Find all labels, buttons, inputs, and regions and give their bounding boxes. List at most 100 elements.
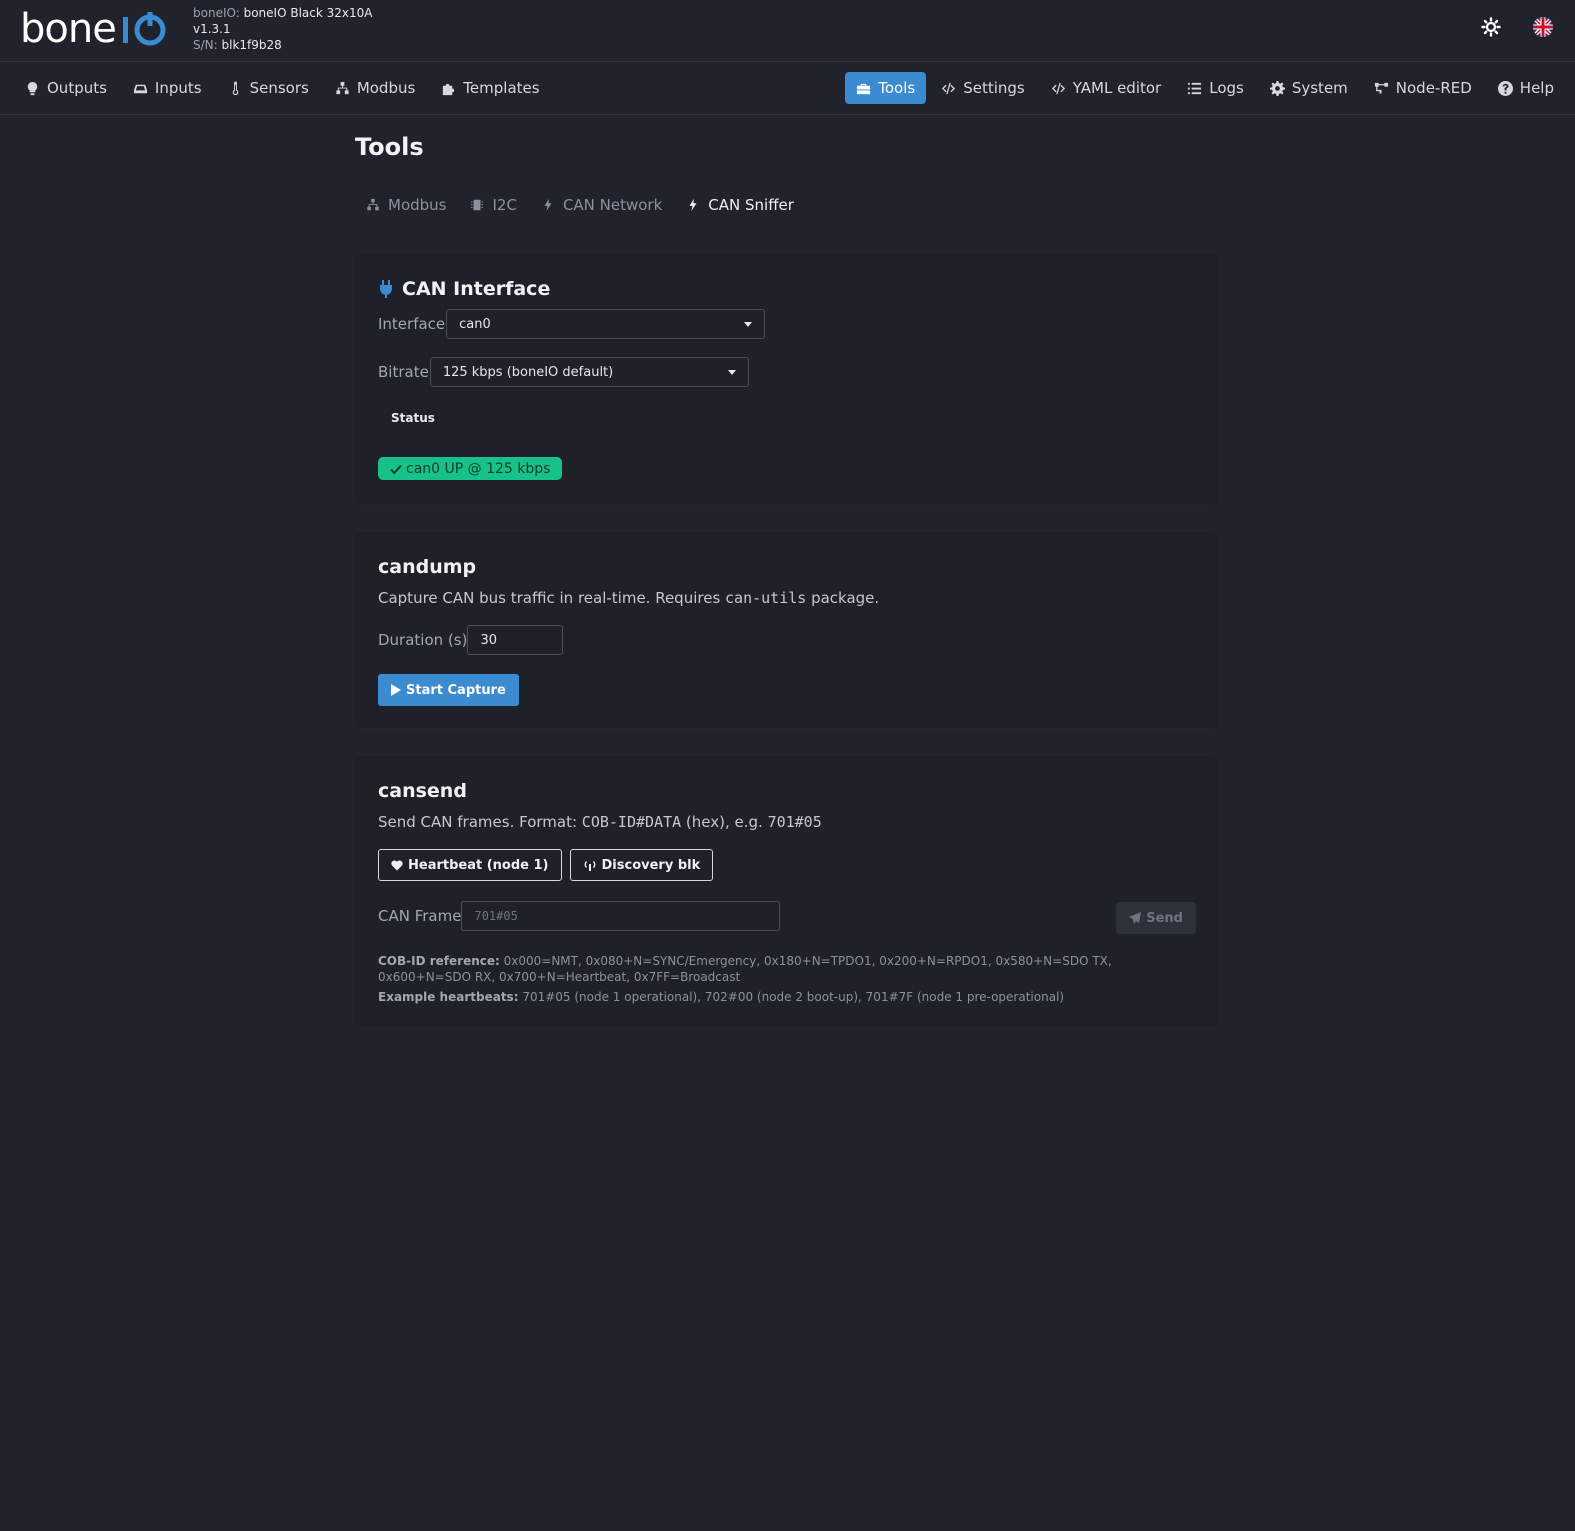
discovery-preset-button[interactable]: Discovery blk (569, 849, 714, 881)
cansend-desc-mid: (hex), e.g. (681, 813, 768, 831)
device-name-label: boneIO: (193, 6, 240, 20)
serial-label: S/N: (193, 38, 218, 52)
thermometer-icon (232, 80, 238, 95)
cob-id-reference-label: COB-ID reference: (378, 954, 500, 968)
code-icon (1051, 82, 1065, 94)
device-name: boneIO Black 32x10A (243, 6, 373, 20)
heartbeat-preset-button[interactable]: Heartbeat (node 1) (378, 849, 562, 881)
tab-i2c[interactable]: I2C (470, 192, 528, 218)
tab-label: I2C (492, 196, 517, 214)
nav-item-sensors[interactable]: Sensors (217, 72, 320, 104)
nav-right: Tools Settings YAML editor Logs System N… (845, 72, 1565, 104)
chevron-down-icon (727, 369, 736, 375)
nav-item-logs[interactable]: Logs (1176, 72, 1255, 104)
broadcast-icon (584, 861, 595, 871)
duration-label: Duration (s) (378, 631, 468, 649)
candump-desc-text: Capture CAN bus traffic in real-time. Re… (378, 589, 726, 607)
candump-title: candump (378, 556, 477, 578)
main-nav: Outputs Inputs Sensors Modbus Templates … (0, 62, 1575, 115)
input-icon (133, 84, 147, 93)
nav-item-modbus[interactable]: Modbus (324, 72, 426, 104)
can-frame-label: CAN Frame (378, 907, 462, 925)
chip-icon (471, 199, 484, 211)
bolt-icon (689, 198, 697, 212)
nav-label: System (1291, 79, 1348, 97)
tab-modbus[interactable]: Modbus (366, 192, 458, 218)
nav-label: Modbus (356, 79, 416, 97)
tools-page: Tools Modbus I2C CAN Network CAN Sniffer… (354, 128, 1220, 1027)
network-icon (367, 198, 379, 211)
send-label: Send (1146, 910, 1183, 926)
nav-label: YAML editor (1072, 79, 1162, 97)
cansend-desc-text: Send CAN frames. Format: (378, 813, 582, 831)
example-heartbeats: Example heartbeats: 701#05 (node 1 opera… (378, 989, 1178, 1005)
nav-item-help[interactable]: Help (1487, 72, 1565, 104)
nav-item-templates[interactable]: Templates (430, 72, 550, 104)
interface-select[interactable]: can0 (446, 309, 766, 339)
serial-number: blk1f9b28 (221, 38, 282, 52)
flow-icon (1374, 82, 1388, 94)
nav-label: Node-RED (1395, 79, 1472, 97)
status-badge-text: can0 UP @ 125 kbps (406, 460, 551, 477)
cansend-title: cansend (378, 780, 467, 802)
send-button[interactable]: Send (1116, 902, 1196, 934)
theme-toggle-icon[interactable] (1481, 17, 1501, 37)
tab-can-sniffer[interactable]: CAN Sniffer (686, 192, 806, 218)
interface-select-value: can0 (459, 316, 491, 332)
check-icon (390, 464, 402, 474)
list-icon (1188, 82, 1202, 94)
heartbeat-preset-label: Heartbeat (node 1) (408, 857, 549, 873)
boneio-logo[interactable]: bone (20, 9, 170, 49)
nav-item-tools[interactable]: Tools (845, 72, 927, 104)
can-interface-title: CAN Interface (402, 278, 551, 300)
start-capture-label: Start Capture (406, 682, 506, 698)
cansend-description: Send CAN frames. Format: COB-ID#DATA (he… (378, 813, 822, 831)
top-bar: bone boneIO: boneIO Black 32x10A v1.3.1 … (0, 0, 1575, 62)
cob-id-reference: COB-ID reference: 0x000=NMT, 0x080+N=SYN… (378, 953, 1178, 985)
cansend-card: cansend Send CAN frames. Format: COB-ID#… (354, 755, 1220, 1027)
nav-item-node-red[interactable]: Node-RED (1363, 72, 1483, 104)
can-interface-card: CAN Interface Interface can0 Bitrate 125… (354, 253, 1220, 505)
cansend-desc-format: COB-ID#DATA (581, 813, 682, 831)
tab-label: Modbus (388, 196, 447, 214)
nav-label: Logs (1209, 79, 1244, 97)
nav-item-settings[interactable]: Settings (930, 72, 1036, 104)
interface-label: Interface (378, 315, 446, 333)
network-icon (336, 81, 349, 94)
nav-label: Outputs (47, 79, 107, 97)
can-frame-input[interactable]: 701#05 (461, 901, 781, 931)
tools-tabs: Modbus I2C CAN Network CAN Sniffer (366, 192, 1220, 218)
nav-item-outputs[interactable]: Outputs (14, 72, 118, 104)
play-icon (391, 684, 401, 696)
paper-plane-icon (1129, 912, 1142, 924)
firmware-version: v1.3.1 (193, 22, 231, 36)
nav-item-system[interactable]: System (1259, 72, 1359, 104)
example-heartbeats-label: Example heartbeats: (378, 990, 519, 1004)
bolt-icon (544, 198, 552, 212)
language-flag-icon[interactable] (1533, 17, 1553, 37)
code-icon (942, 82, 956, 94)
nav-label: Help (1519, 79, 1554, 97)
duration-input[interactable]: 30 (467, 625, 564, 655)
nav-label: Settings (963, 79, 1025, 97)
heart-icon (391, 859, 403, 870)
tab-can-network[interactable]: CAN Network (541, 192, 674, 218)
plug-icon (380, 280, 392, 298)
question-icon (1497, 80, 1513, 96)
lightbulb-icon (27, 81, 38, 95)
nav-label: Sensors (249, 79, 309, 97)
bitrate-select[interactable]: 125 kbps (boneIO default) (429, 357, 749, 387)
nav-item-inputs[interactable]: Inputs (122, 72, 213, 104)
bitrate-label: Bitrate (378, 363, 429, 381)
svg-text:bone: bone (20, 9, 116, 49)
toolbox-icon (857, 83, 871, 94)
candump-desc-code: can-utils (725, 589, 807, 607)
nav-item-yaml-editor[interactable]: YAML editor (1040, 72, 1172, 104)
tab-label: CAN Sniffer (708, 196, 794, 214)
puzzle-icon (443, 83, 455, 95)
start-capture-button[interactable]: Start Capture (378, 674, 519, 706)
candump-desc-text-end: package. (806, 589, 880, 607)
candump-description: Capture CAN bus traffic in real-time. Re… (378, 589, 879, 607)
gear-icon (1269, 80, 1285, 96)
nav-left: Outputs Inputs Sensors Modbus Templates (14, 72, 551, 104)
